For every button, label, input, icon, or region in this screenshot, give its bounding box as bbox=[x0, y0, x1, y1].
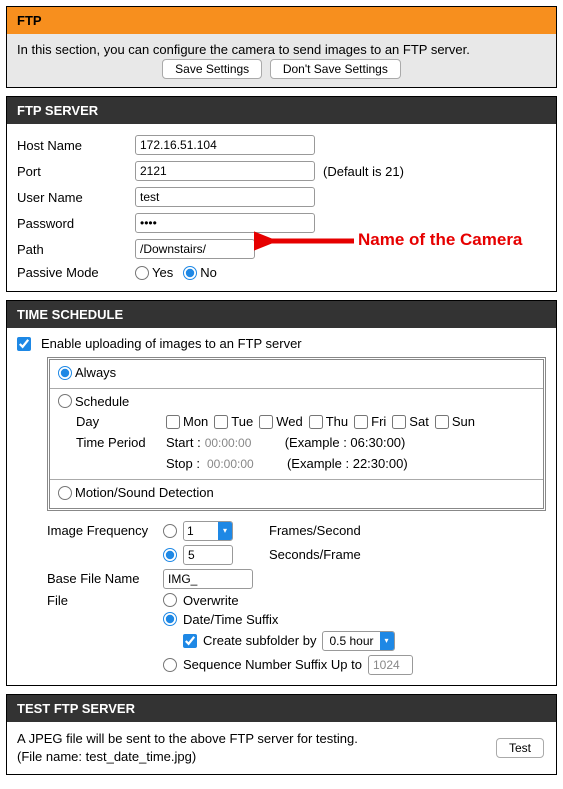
stop-example: (Example : 22:30:00) bbox=[287, 456, 408, 471]
file-label: File bbox=[47, 593, 157, 608]
create-subfolder-label: Create subfolder by bbox=[203, 633, 316, 648]
ftp-server-header: FTP SERVER bbox=[7, 97, 556, 124]
always-label: Always bbox=[75, 365, 116, 380]
host-name-input[interactable] bbox=[135, 135, 315, 155]
fps-label: Frames/Second bbox=[269, 523, 361, 538]
test-button[interactable]: Test bbox=[496, 738, 544, 758]
ftp-body: In this section, you can configure the c… bbox=[7, 34, 556, 87]
subfolder-interval-select[interactable]: 0.5 hour ▾ bbox=[322, 631, 394, 651]
test-ftp-header: TEST FTP SERVER bbox=[7, 695, 556, 722]
image-settings-block: Image Frequency ▾ Frames/Second Seconds/… bbox=[47, 519, 546, 677]
dont-save-settings-button[interactable]: Don't Save Settings bbox=[270, 59, 401, 79]
create-subfolder-checkbox[interactable] bbox=[183, 634, 197, 648]
start-label: Start : bbox=[166, 435, 201, 450]
image-frequency-label: Image Frequency bbox=[47, 523, 157, 538]
overwrite-label: Overwrite bbox=[183, 593, 239, 608]
passive-mode-label: Passive Mode bbox=[17, 265, 127, 280]
start-time-input[interactable] bbox=[205, 436, 265, 450]
schedule-mode-box: Always Schedule Day Mon Tue Wed bbox=[47, 357, 546, 511]
test-desc-line2: (File name: test_date_time.jpg) bbox=[17, 749, 196, 764]
passive-yes-label: Yes bbox=[152, 265, 173, 280]
base-file-name-label: Base File Name bbox=[47, 571, 157, 586]
spf-radio[interactable] bbox=[163, 548, 177, 562]
day-fri-checkbox[interactable] bbox=[354, 415, 368, 429]
day-fri-label: Fri bbox=[371, 414, 386, 429]
sequence-radio[interactable] bbox=[163, 658, 177, 672]
passive-no-radio[interactable] bbox=[183, 266, 197, 280]
stop-time-input[interactable] bbox=[207, 457, 267, 471]
test-desc-line1: A JPEG file will be sent to the above FT… bbox=[17, 731, 358, 746]
spf-label: Seconds/Frame bbox=[269, 547, 361, 562]
motion-sound-label: Motion/Sound Detection bbox=[75, 485, 214, 500]
host-name-label: Host Name bbox=[17, 138, 127, 153]
sequence-label: Sequence Number Suffix Up to bbox=[183, 657, 362, 672]
overwrite-radio[interactable] bbox=[163, 593, 177, 607]
enable-upload-label: Enable uploading of images to an FTP ser… bbox=[41, 336, 302, 351]
fps-input[interactable] bbox=[184, 523, 218, 539]
day-label: Day bbox=[76, 414, 156, 429]
time-schedule-panel: TIME SCHEDULE Enable uploading of images… bbox=[6, 300, 557, 686]
fps-radio[interactable] bbox=[163, 524, 177, 538]
port-hint: (Default is 21) bbox=[323, 164, 404, 179]
ftp-header: FTP bbox=[7, 7, 556, 34]
test-ftp-panel: TEST FTP SERVER A JPEG file will be sent… bbox=[6, 694, 557, 775]
base-file-name-input[interactable] bbox=[163, 569, 253, 589]
time-schedule-header: TIME SCHEDULE bbox=[7, 301, 556, 328]
password-label: Password bbox=[17, 216, 127, 231]
ftp-panel: FTP In this section, you can configure t… bbox=[6, 6, 557, 88]
chevron-down-icon[interactable]: ▾ bbox=[380, 632, 394, 650]
enable-upload-checkbox[interactable] bbox=[17, 337, 31, 351]
passive-yes-radio[interactable] bbox=[135, 266, 149, 280]
path-label: Path bbox=[17, 242, 127, 257]
day-wed-label: Wed bbox=[276, 414, 303, 429]
fps-spin-icon[interactable]: ▾ bbox=[218, 522, 232, 540]
day-tue-checkbox[interactable] bbox=[214, 415, 228, 429]
user-name-input[interactable] bbox=[135, 187, 315, 207]
start-example: (Example : 06:30:00) bbox=[285, 435, 406, 450]
day-tue-label: Tue bbox=[231, 414, 253, 429]
always-radio[interactable] bbox=[58, 366, 72, 380]
test-description: A JPEG file will be sent to the above FT… bbox=[17, 730, 358, 766]
day-thu-label: Thu bbox=[326, 414, 348, 429]
test-ftp-body: A JPEG file will be sent to the above FT… bbox=[7, 722, 556, 774]
sequence-input[interactable] bbox=[368, 655, 413, 675]
port-input[interactable] bbox=[135, 161, 315, 181]
time-schedule-body: Enable uploading of images to an FTP ser… bbox=[7, 328, 556, 685]
fps-spinner[interactable]: ▾ bbox=[183, 521, 233, 541]
datetime-radio[interactable] bbox=[163, 612, 177, 626]
day-sun-checkbox[interactable] bbox=[435, 415, 449, 429]
annotation-arrow-icon bbox=[254, 227, 434, 257]
stop-label: Stop : bbox=[166, 456, 200, 471]
user-name-label: User Name bbox=[17, 190, 127, 205]
time-period-label: Time Period bbox=[76, 435, 156, 450]
subfolder-interval-value: 0.5 hour bbox=[323, 633, 379, 649]
motion-sound-radio[interactable] bbox=[58, 486, 72, 500]
path-input[interactable] bbox=[135, 239, 255, 259]
day-sat-checkbox[interactable] bbox=[392, 415, 406, 429]
day-checkboxes: Mon Tue Wed Thu Fri Sat Sun bbox=[166, 414, 475, 429]
spf-input[interactable] bbox=[183, 545, 233, 565]
day-sun-label: Sun bbox=[452, 414, 475, 429]
ftp-description: In this section, you can configure the c… bbox=[17, 42, 546, 57]
day-sat-label: Sat bbox=[409, 414, 429, 429]
day-thu-checkbox[interactable] bbox=[309, 415, 323, 429]
schedule-label: Schedule bbox=[75, 394, 129, 409]
ftp-server-body: Host Name Port (Default is 21) User Name… bbox=[7, 124, 556, 291]
day-wed-checkbox[interactable] bbox=[259, 415, 273, 429]
day-mon-label: Mon bbox=[183, 414, 208, 429]
save-settings-button[interactable]: Save Settings bbox=[162, 59, 262, 79]
ftp-server-panel: FTP SERVER Host Name Port (Default is 21… bbox=[6, 96, 557, 292]
day-mon-checkbox[interactable] bbox=[166, 415, 180, 429]
schedule-radio[interactable] bbox=[58, 394, 72, 408]
passive-no-label: No bbox=[200, 265, 217, 280]
port-label: Port bbox=[17, 164, 127, 179]
datetime-label: Date/Time Suffix bbox=[183, 612, 278, 627]
